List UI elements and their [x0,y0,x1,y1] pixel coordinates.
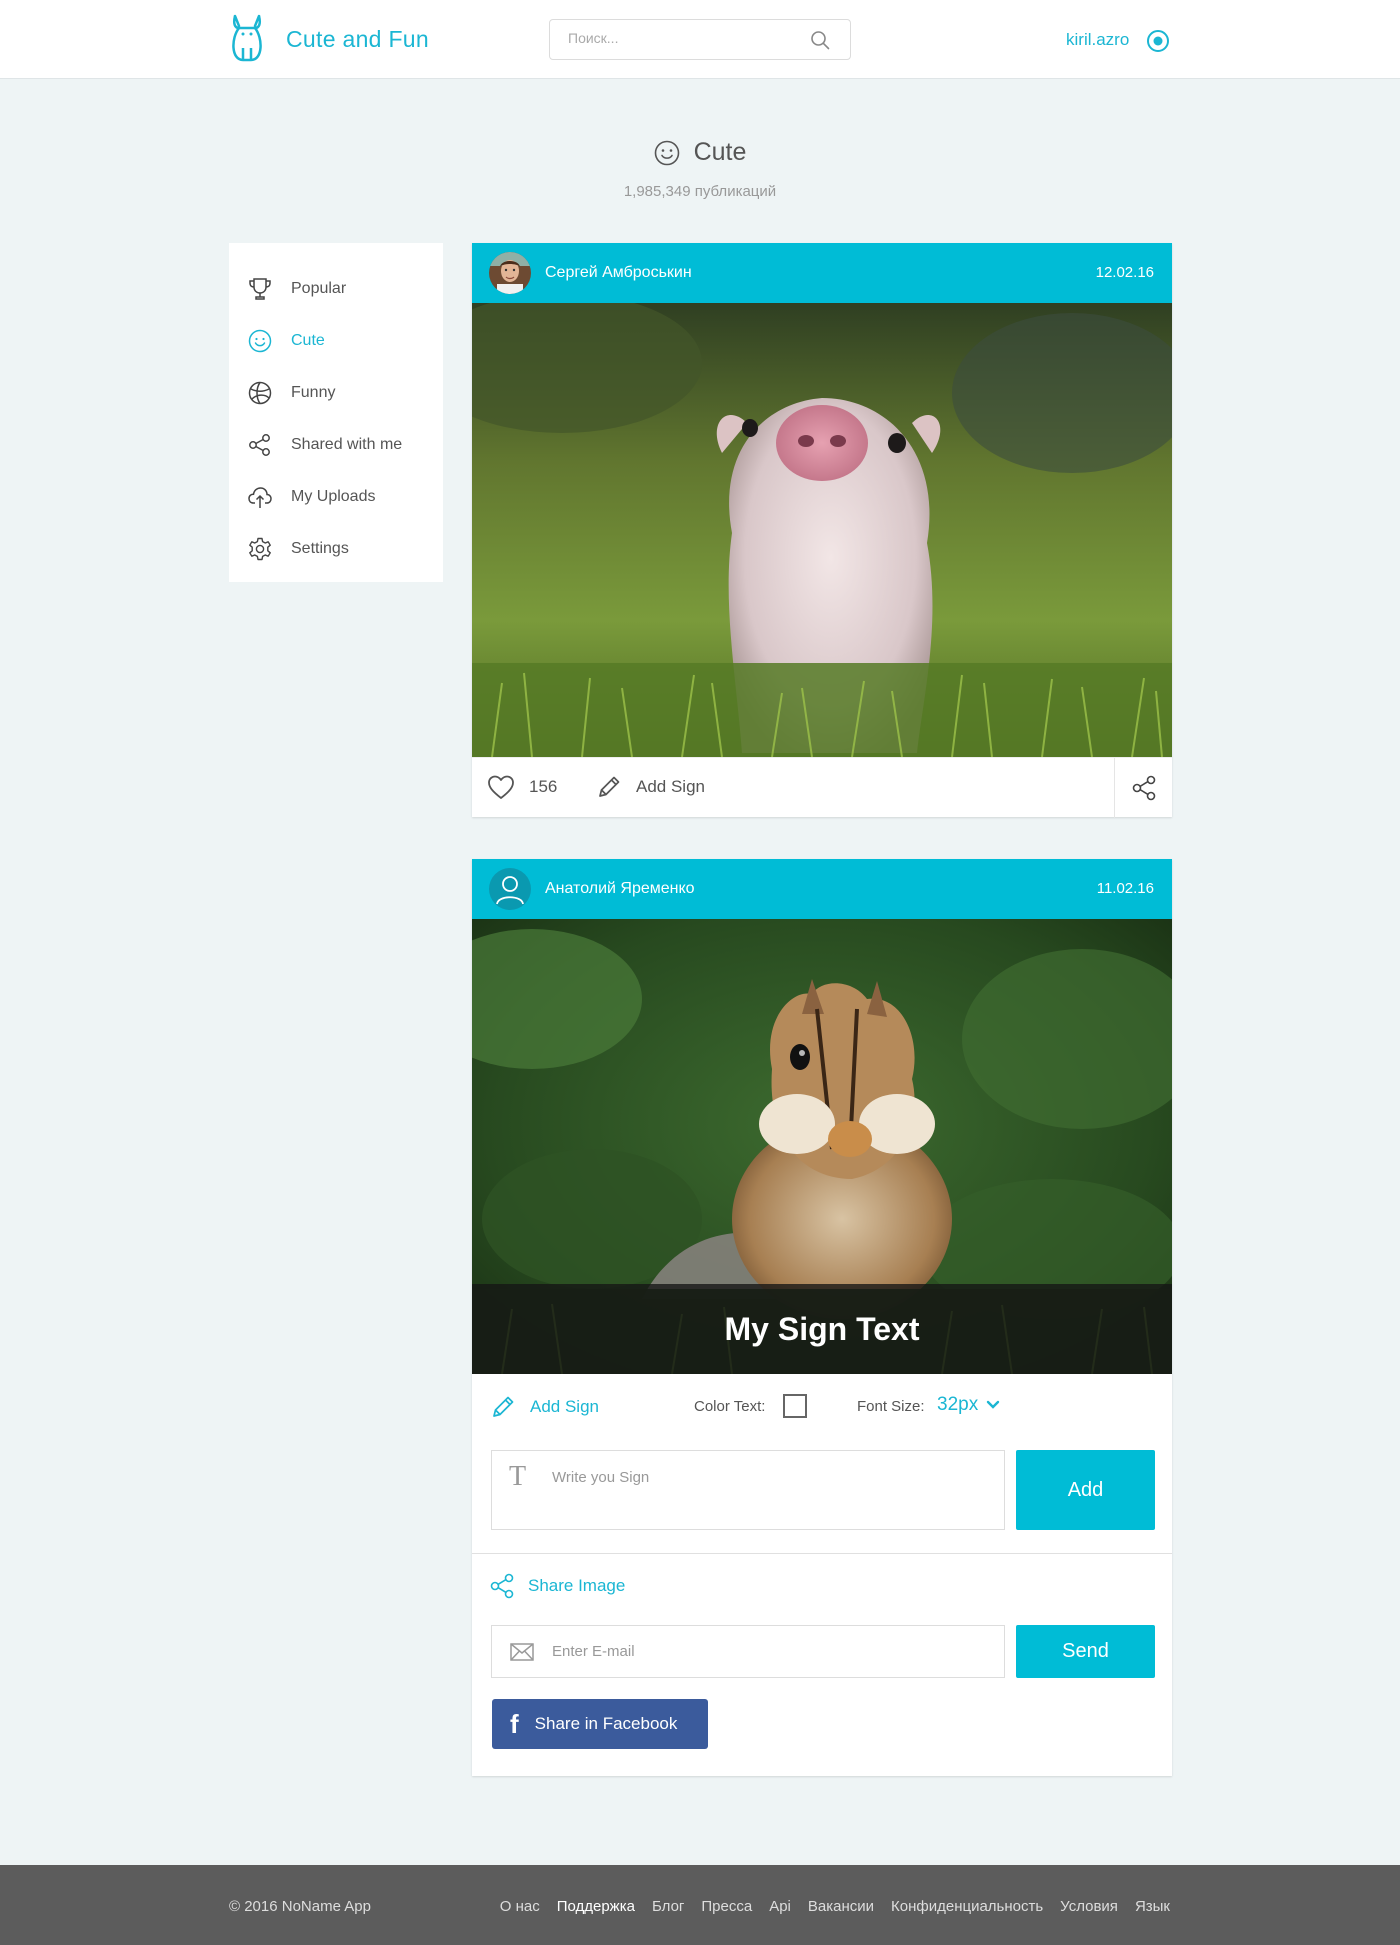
footer-link-language[interactable]: Язык [1135,1898,1170,1915]
copyright: © 2016 NoName App [229,1898,371,1915]
sign-editor: Add Sign Color Text: Font Size: 32px T A… [472,1374,1172,1553]
sidebar-item-label: Cute [291,332,325,349]
sign-overlay: My Sign Text [472,1284,1172,1374]
piglet-photo[interactable] [472,303,1172,757]
sidebar-item-label: My Uploads [291,488,376,505]
send-button[interactable]: Send [1016,1625,1155,1678]
pencil-icon [493,1396,514,1417]
gear-icon [249,537,271,561]
sidebar-item-funny[interactable]: Funny [229,367,443,419]
add-sign-toggle[interactable]: Add Sign [490,1394,599,1420]
chipmunk-photo[interactable]: My Sign Text [472,919,1172,1374]
footer: © 2016 NoName App О нас Поддержка Блог П… [0,1865,1400,1945]
post-header: Анатолий Яременко 11.02.16 [472,859,1172,919]
cat-logo-icon[interactable] [229,12,265,64]
author-name[interactable]: Сергей Амброськин [545,264,692,282]
user-icon [496,876,524,905]
font-size-value: 32px [937,1394,979,1415]
sidebar-item-my-uploads[interactable]: My Uploads [229,471,443,523]
share-facebook-label: Share in Facebook [534,1714,678,1733]
trophy-icon [249,278,271,300]
footer-link-terms[interactable]: Условия [1060,1898,1118,1915]
author-name[interactable]: Анатолий Яременко [545,880,695,898]
smile-icon [248,329,272,353]
envelope-icon [510,1643,534,1661]
smile-icon [654,140,679,165]
sign-input[interactable] [552,1469,982,1486]
top-header: Cute and Fun kiril.azro [0,0,1400,79]
font-size-label: Font Size: [857,1398,925,1415]
category-header: Cute [0,138,1400,171]
like-count: 156 [529,777,558,796]
add-sign-button[interactable]: Add Sign [596,774,705,800]
email-input[interactable] [552,1643,982,1660]
search-box[interactable] [549,19,851,60]
sidebar-item-label: Popular [291,280,347,297]
footer-link-blog[interactable]: Блог [652,1898,684,1915]
post-header: Сергей Амброськин 12.02.16 [472,243,1172,303]
basketball-icon [248,381,272,405]
like-button[interactable]: 156 [487,774,557,800]
publication-count: 1,985,349 публикаций [623,183,777,200]
avatar[interactable] [489,252,531,294]
font-size-select[interactable]: 32px [937,1394,1000,1416]
footer-links: О нас Поддержка Блог Пресса Api Вакансии… [500,1898,1170,1915]
sidebar-nav: Popular Cute Funny Shared with me My Upl… [229,243,443,582]
post-date: 12.02.16 [1095,264,1154,281]
pencil-icon [599,776,620,797]
footer-link-privacy[interactable]: Конфиденциальность [891,1898,1043,1915]
share-icon [1132,775,1155,801]
facebook-icon: f [510,1708,519,1739]
share-panel: Share Image Send f Share in Facebook [472,1554,1172,1776]
post-card: Анатолий Яременко 11.02.16 My Sign Text … [472,859,1172,1776]
add-sign-label: Add Sign [636,777,705,796]
email-field[interactable] [491,1625,1005,1678]
logout-icon[interactable] [1146,29,1170,53]
avatar[interactable] [489,868,531,910]
share-icon [490,1573,514,1599]
color-picker-checkbox[interactable] [783,1394,807,1418]
search-input[interactable] [568,30,798,46]
cloud-upload-icon [248,487,272,508]
post-date: 11.02.16 [1096,880,1154,897]
add-sign-label: Add Sign [530,1397,599,1416]
sidebar-item-label: Settings [291,540,349,557]
sidebar-item-settings[interactable]: Settings [229,523,443,575]
sidebar-item-cute[interactable]: Cute [229,315,443,367]
share-image-label: Share Image [528,1576,626,1595]
footer-link-about[interactable]: О нас [500,1898,540,1915]
category-title: Cute [693,138,747,166]
username-link[interactable]: kiril.azro [1066,30,1129,50]
post-actions: 156 Add Sign [472,757,1172,818]
footer-link-api[interactable]: Api [769,1898,791,1915]
add-sign-submit-button[interactable]: Add [1016,1450,1155,1530]
text-format-icon: T [509,1461,527,1492]
footer-link-support[interactable]: Поддержка [557,1898,635,1915]
heart-icon [488,775,514,799]
brand-name[interactable]: Cute and Fun [286,26,429,53]
footer-link-jobs[interactable]: Вакансии [808,1898,874,1915]
share-icon [249,434,270,456]
chevron-down-icon [987,1400,1000,1409]
sidebar-item-label: Funny [291,384,336,401]
sidebar-item-popular[interactable]: Popular [229,263,443,315]
share-image-toggle[interactable]: Share Image [488,1572,625,1600]
color-text-label: Color Text: [694,1398,766,1415]
sign-text: My Sign Text [724,1310,920,1347]
search-icon[interactable] [810,30,830,50]
sidebar-item-shared-with-me[interactable]: Shared with me [229,419,443,471]
post-card: Сергей Амброськин 12.02.16 156 Add Sign [472,243,1172,818]
share-button[interactable] [1114,758,1172,818]
sidebar-item-label: Shared with me [291,436,403,453]
sign-text-field[interactable]: T [491,1450,1005,1530]
share-facebook-button[interactable]: f Share in Facebook [492,1699,708,1749]
footer-link-press[interactable]: Пресса [701,1898,752,1915]
